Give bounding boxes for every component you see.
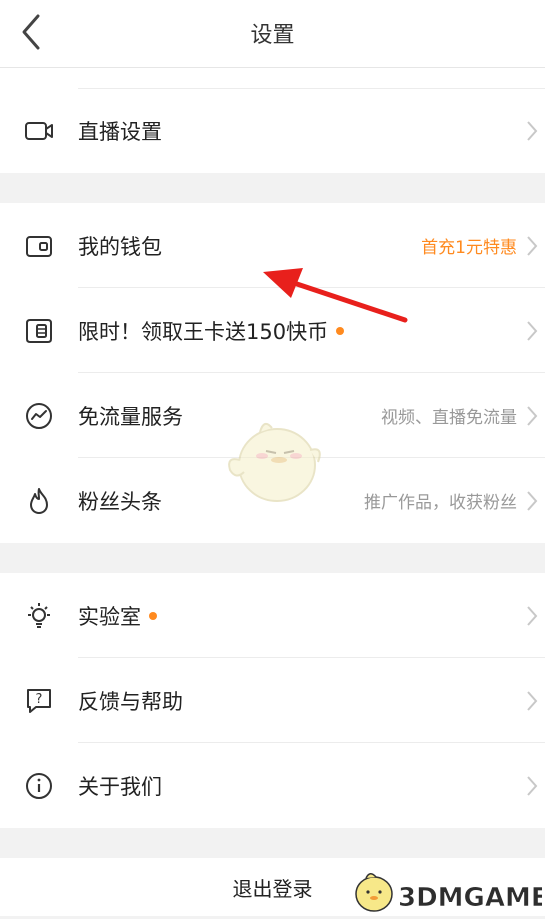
chevron-right-icon (527, 690, 538, 711)
site-watermark-logo: 3DMGAME (355, 873, 542, 913)
settings-group-misc: 实验室 ? 反馈与帮助 关于我们 (0, 573, 545, 828)
chevron-right-icon (527, 320, 538, 341)
chevron-right-icon (527, 490, 538, 511)
fans-desc: 推广作品，收获粉丝 (364, 493, 517, 513)
row-live-settings[interactable]: 直播设置 (0, 88, 545, 173)
flame-icon (30, 487, 48, 514)
info-icon (26, 772, 52, 799)
chevron-right-icon (527, 405, 538, 426)
row-lab[interactable]: 实验室 (0, 573, 545, 658)
row-label: 免流量服务 (78, 404, 183, 429)
page-title: 设置 (250, 23, 295, 48)
row-label: 反馈与帮助 (78, 689, 183, 714)
row-label: 粉丝头条 (78, 489, 162, 514)
chevron-right-icon (527, 235, 538, 256)
free-flow-desc: 视频、直播免流量 (381, 408, 517, 428)
camera-icon (25, 121, 53, 140)
wallet-icon (26, 235, 52, 257)
new-dot (149, 611, 157, 620)
chevron-right-icon (527, 775, 538, 796)
svg-text:?: ? (36, 692, 43, 707)
help-bubble-icon: ? (27, 688, 51, 713)
row-label: 实验室 (78, 601, 157, 631)
mascot-watermark-icon (228, 422, 321, 502)
traffic-icon (26, 402, 52, 429)
row-about[interactable]: 关于我们 (0, 743, 545, 828)
top-bar: 设置 (0, 0, 545, 68)
row-label: 直播设置 (78, 119, 162, 144)
row-label: 关于我们 (78, 774, 162, 799)
settings-group-live: 直播设置 (0, 68, 545, 173)
wallet-promo-text: 首充1元特惠 (421, 238, 517, 258)
annotation-arrow-icon (263, 268, 408, 323)
watermark-text: 3DMGAME (398, 883, 542, 913)
sim-card-icon (26, 318, 52, 343)
chevron-right-icon (527, 120, 538, 141)
row-label: 我的钱包 (78, 234, 162, 259)
chevron-right-icon (527, 605, 538, 626)
row-feedback[interactable]: ? 反馈与帮助 (0, 658, 545, 743)
lightbulb-icon (28, 602, 50, 628)
